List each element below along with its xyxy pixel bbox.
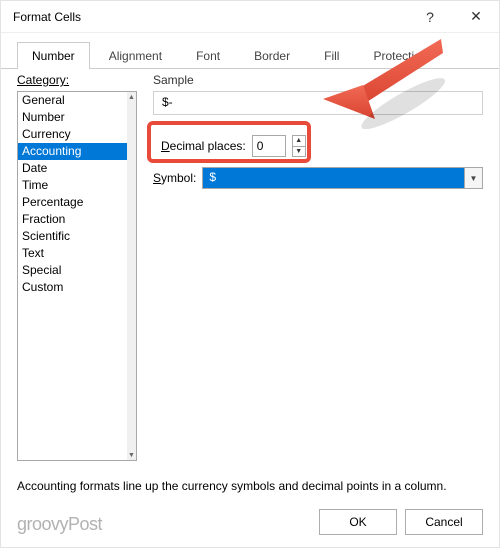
spinner-down-icon[interactable]: ▼ xyxy=(293,147,305,157)
symbol-label: Symbol: xyxy=(153,171,196,185)
list-item-general[interactable]: General xyxy=(18,92,127,109)
scroll-up-icon[interactable]: ▲ xyxy=(127,92,136,102)
tab-strip: Number Alignment Font Border Fill Protec… xyxy=(1,33,499,69)
list-item-fraction[interactable]: Fraction xyxy=(18,211,127,228)
listbox-scrollbar[interactable]: ▲ ▼ xyxy=(127,92,136,460)
list-item-time[interactable]: Time xyxy=(18,177,127,194)
cancel-button[interactable]: Cancel xyxy=(405,509,483,535)
list-item-number[interactable]: Number xyxy=(18,109,127,126)
list-item-custom[interactable]: Custom xyxy=(18,279,127,296)
ok-button[interactable]: OK xyxy=(319,509,397,535)
tab-protection[interactable]: Protection xyxy=(358,42,442,69)
list-item-accounting[interactable]: Accounting xyxy=(18,143,127,160)
list-item-special[interactable]: Special xyxy=(18,262,127,279)
decimal-places-spinner[interactable]: ▲ ▼ xyxy=(292,135,306,157)
format-description: Accounting formats line up the currency … xyxy=(17,479,483,493)
tab-alignment[interactable]: Alignment xyxy=(94,42,177,69)
decimal-places-input[interactable] xyxy=(252,135,286,157)
help-button[interactable]: ? xyxy=(407,1,453,33)
close-button[interactable]: ✕ xyxy=(453,1,499,33)
list-item-percentage[interactable]: Percentage xyxy=(18,194,127,211)
scroll-down-icon[interactable]: ▼ xyxy=(127,450,136,460)
dialog-title: Format Cells xyxy=(13,10,407,24)
category-label: Category: xyxy=(17,73,69,87)
sample-value: $- xyxy=(153,91,483,115)
titlebar: Format Cells ? ✕ xyxy=(1,1,499,33)
decimal-places-label: Decimal places: xyxy=(161,139,246,153)
tab-fill[interactable]: Fill xyxy=(309,42,354,69)
symbol-value: $ xyxy=(209,170,216,184)
sample-label: Sample xyxy=(153,73,483,87)
tab-border[interactable]: Border xyxy=(239,42,305,69)
watermark: groovyPost xyxy=(17,514,102,535)
list-item-date[interactable]: Date xyxy=(18,160,127,177)
category-listbox[interactable]: General Number Currency Accounting Date … xyxy=(17,91,137,461)
list-item-currency[interactable]: Currency xyxy=(18,126,127,143)
tab-font[interactable]: Font xyxy=(181,42,235,69)
tab-number[interactable]: Number xyxy=(17,42,90,69)
list-item-text[interactable]: Text xyxy=(18,245,127,262)
symbol-dropdown[interactable]: $ ▼ xyxy=(202,167,483,189)
chevron-down-icon[interactable]: ▼ xyxy=(464,168,482,188)
list-item-scientific[interactable]: Scientific xyxy=(18,228,127,245)
spinner-up-icon[interactable]: ▲ xyxy=(293,136,305,147)
